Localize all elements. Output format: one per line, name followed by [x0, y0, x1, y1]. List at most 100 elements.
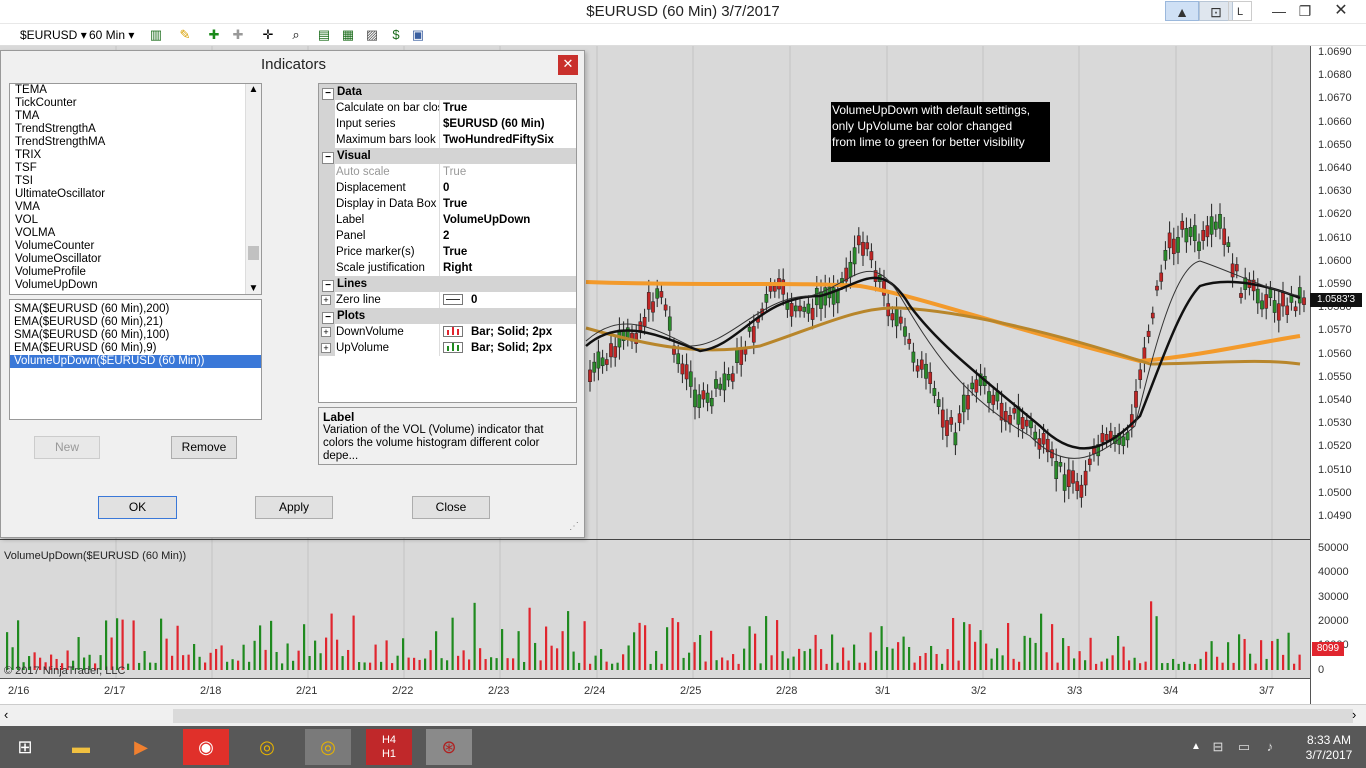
indicator-list-item[interactable]: TrendStrengthMA — [10, 136, 261, 149]
remove-marker-icon[interactable]: ✚ — [230, 27, 246, 43]
chart-annotation[interactable]: VolumeUpDown with default settings, only… — [831, 102, 1050, 162]
add-marker-icon[interactable]: ✚ — [206, 27, 222, 43]
property-row[interactable]: Scale justification Right — [319, 260, 576, 276]
applied-indicator-item[interactable]: SMA($EURUSD (60 Min),100) — [10, 329, 261, 342]
property-grid[interactable]: − Data Calculate on bar clos True Input seri… — [318, 83, 577, 403]
property-value[interactable]: True — [443, 196, 576, 212]
collapse-icon[interactable]: − — [322, 152, 334, 164]
interval-selector[interactable]: 60 Min ▾ — [89, 27, 134, 44]
indicator-list-item[interactable]: TMA — [10, 110, 261, 123]
property-value[interactable]: 0 — [443, 292, 576, 308]
bar-type-icon[interactable]: ▥ — [148, 27, 164, 43]
property-row[interactable]: Auto scale True — [319, 164, 576, 180]
indicator-list-item[interactable]: TEMA — [10, 84, 261, 97]
indicators-icon[interactable]: ▤ — [316, 27, 332, 43]
properties-icon[interactable]: ▣ — [410, 27, 426, 43]
indicator-list-item[interactable]: TrendStrengthA — [10, 123, 261, 136]
zoom-icon[interactable]: ⌕ — [288, 27, 304, 43]
new-button[interactable]: New — [34, 436, 100, 459]
chart-scrollbar[interactable]: ‹ › — [0, 704, 1366, 726]
indicator-list-item[interactable]: VOL — [10, 214, 261, 227]
property-row[interactable]: Input series $EURUSD (60 Min) — [319, 116, 576, 132]
dialog-close-icon[interactable]: ✕ — [558, 55, 578, 75]
weibo-icon[interactable]: ◉ — [183, 729, 229, 765]
property-row[interactable]: + Zero line 0 — [319, 292, 576, 308]
indicator-list[interactable]: TEMA TickCounter TMA TrendStrengthA TrendStr… — [9, 83, 262, 295]
indicator-list-item[interactable]: VolumeCounter — [10, 240, 261, 253]
link-group-button[interactable]: L — [1228, 1, 1252, 21]
collapse-icon[interactable]: − — [322, 312, 334, 324]
indicator-list-item[interactable]: TickCounter — [10, 97, 261, 110]
indicator-list-item[interactable]: TSF — [10, 162, 261, 175]
property-value[interactable]: Bar; Solid; 2px — [443, 324, 576, 340]
scrollbar-thumb[interactable] — [173, 709, 1353, 723]
indicator-list-item[interactable]: VolumeUpDown — [10, 279, 261, 292]
property-category[interactable]: − Plots — [319, 308, 576, 324]
property-value[interactable]: True — [443, 244, 576, 260]
collapse-icon[interactable]: − — [322, 88, 334, 100]
indicator-list-item[interactable]: UltimateOscillator — [10, 188, 261, 201]
property-category[interactable]: − Visual — [319, 148, 576, 164]
property-value[interactable]: Bar; Solid; 2px — [443, 340, 576, 356]
scroll-right-icon[interactable]: › — [1352, 707, 1356, 722]
instrument-selector[interactable]: $EURUSD ▾ — [20, 27, 87, 44]
date-axis[interactable]: 2/16 2/17 2/18 2/21 2/22 2/23 2/24 2/25 2/28 3/1 3… — [0, 678, 1310, 704]
chrome-active-icon[interactable]: ◎ — [305, 729, 351, 765]
property-row[interactable]: Maximum bars look b TwoHundredFiftySix — [319, 132, 576, 148]
property-row[interactable]: Label VolumeUpDown — [319, 212, 576, 228]
property-value[interactable]: 2 — [443, 228, 576, 244]
file-explorer-icon[interactable]: ▬ — [58, 729, 104, 765]
network-tray-icon[interactable]: ⊟ — [1206, 729, 1230, 765]
indicator-list-item[interactable]: VolumeProfile — [10, 266, 261, 279]
property-category[interactable]: − Data — [319, 84, 576, 100]
resize-grip-icon[interactable]: ⋰ — [569, 521, 579, 532]
windows-start-icon[interactable]: ⊞ — [2, 729, 48, 765]
property-value[interactable]: 0 — [443, 180, 576, 196]
property-value[interactable]: True — [443, 164, 576, 180]
volume-tray-icon[interactable]: ♪ — [1258, 729, 1282, 765]
collapse-icon[interactable]: − — [322, 280, 334, 292]
applied-indicator-item[interactable]: EMA($EURUSD (60 Min),21) — [10, 316, 261, 329]
indicator-list-item[interactable]: TSI — [10, 175, 261, 188]
ninjatrader-icon[interactable]: ⊛ — [426, 729, 472, 765]
media-player-icon[interactable]: ▶ — [118, 729, 164, 765]
strategies-icon[interactable]: ▦ — [340, 27, 356, 43]
applied-indicator-item[interactable]: SMA($EURUSD (60 Min),200) — [10, 303, 261, 316]
h4h1-app-icon[interactable]: H4 H1 — [366, 729, 412, 765]
property-value[interactable]: True — [443, 100, 576, 116]
tray-chevron-icon[interactable]: ▲ — [1186, 729, 1206, 765]
property-row[interactable]: Display in Data Box True — [319, 196, 576, 212]
property-row[interactable]: + UpVolume Bar; Solid; 2px — [319, 340, 576, 356]
apply-button[interactable]: Apply — [255, 496, 333, 519]
indicator-list-item[interactable]: TRIX — [10, 149, 261, 162]
scroll-up-icon[interactable]: ▲ — [246, 84, 261, 95]
property-row[interactable]: Calculate on bar clos True — [319, 100, 576, 116]
indicator-list-thumb[interactable] — [248, 246, 259, 260]
move-up-button[interactable]: ▲ — [1165, 1, 1199, 21]
monitor-tray-icon[interactable]: ▭ — [1232, 729, 1256, 765]
property-value[interactable]: Right — [443, 260, 576, 276]
applied-indicator-item[interactable]: EMA($EURUSD (60 Min),9) — [10, 342, 261, 355]
ok-button[interactable]: OK — [98, 496, 177, 519]
maximize-icon[interactable]: ❐ — [1288, 1, 1322, 21]
property-value[interactable]: $EURUSD (60 Min) — [443, 116, 576, 132]
property-value[interactable]: VolumeUpDown — [443, 212, 576, 228]
applied-indicator-item[interactable]: VolumeUpDown($EURUSD (60 Min)) — [10, 355, 261, 368]
crosshair-icon[interactable]: ✛ — [260, 27, 276, 43]
scroll-left-icon[interactable]: ‹ — [4, 707, 8, 722]
taskbar-clock[interactable]: 8:33 AM 3/7/2017 — [1296, 733, 1362, 763]
panel-separator[interactable] — [0, 539, 1310, 540]
property-category[interactable]: − Lines — [319, 276, 576, 292]
dollar-icon[interactable]: $ — [388, 27, 404, 43]
indicator-list-item[interactable]: VolumeOscillator — [10, 253, 261, 266]
chrome-icon[interactable]: ◎ — [244, 729, 290, 765]
pencil-icon[interactable]: ✎ — [177, 27, 193, 43]
remove-button[interactable]: Remove — [171, 436, 237, 459]
property-row[interactable]: Panel 2 — [319, 228, 576, 244]
property-row[interactable]: Price marker(s) True — [319, 244, 576, 260]
chart-style-icon[interactable]: ▨ — [364, 27, 380, 43]
applied-indicators-list[interactable]: SMA($EURUSD (60 Min),200) EMA($EURUSD (60… — [9, 299, 262, 420]
close-window-icon[interactable]: ✕ — [1324, 1, 1358, 21]
scroll-down-icon[interactable]: ▼ — [246, 283, 261, 294]
property-row[interactable]: Displacement 0 — [319, 180, 576, 196]
